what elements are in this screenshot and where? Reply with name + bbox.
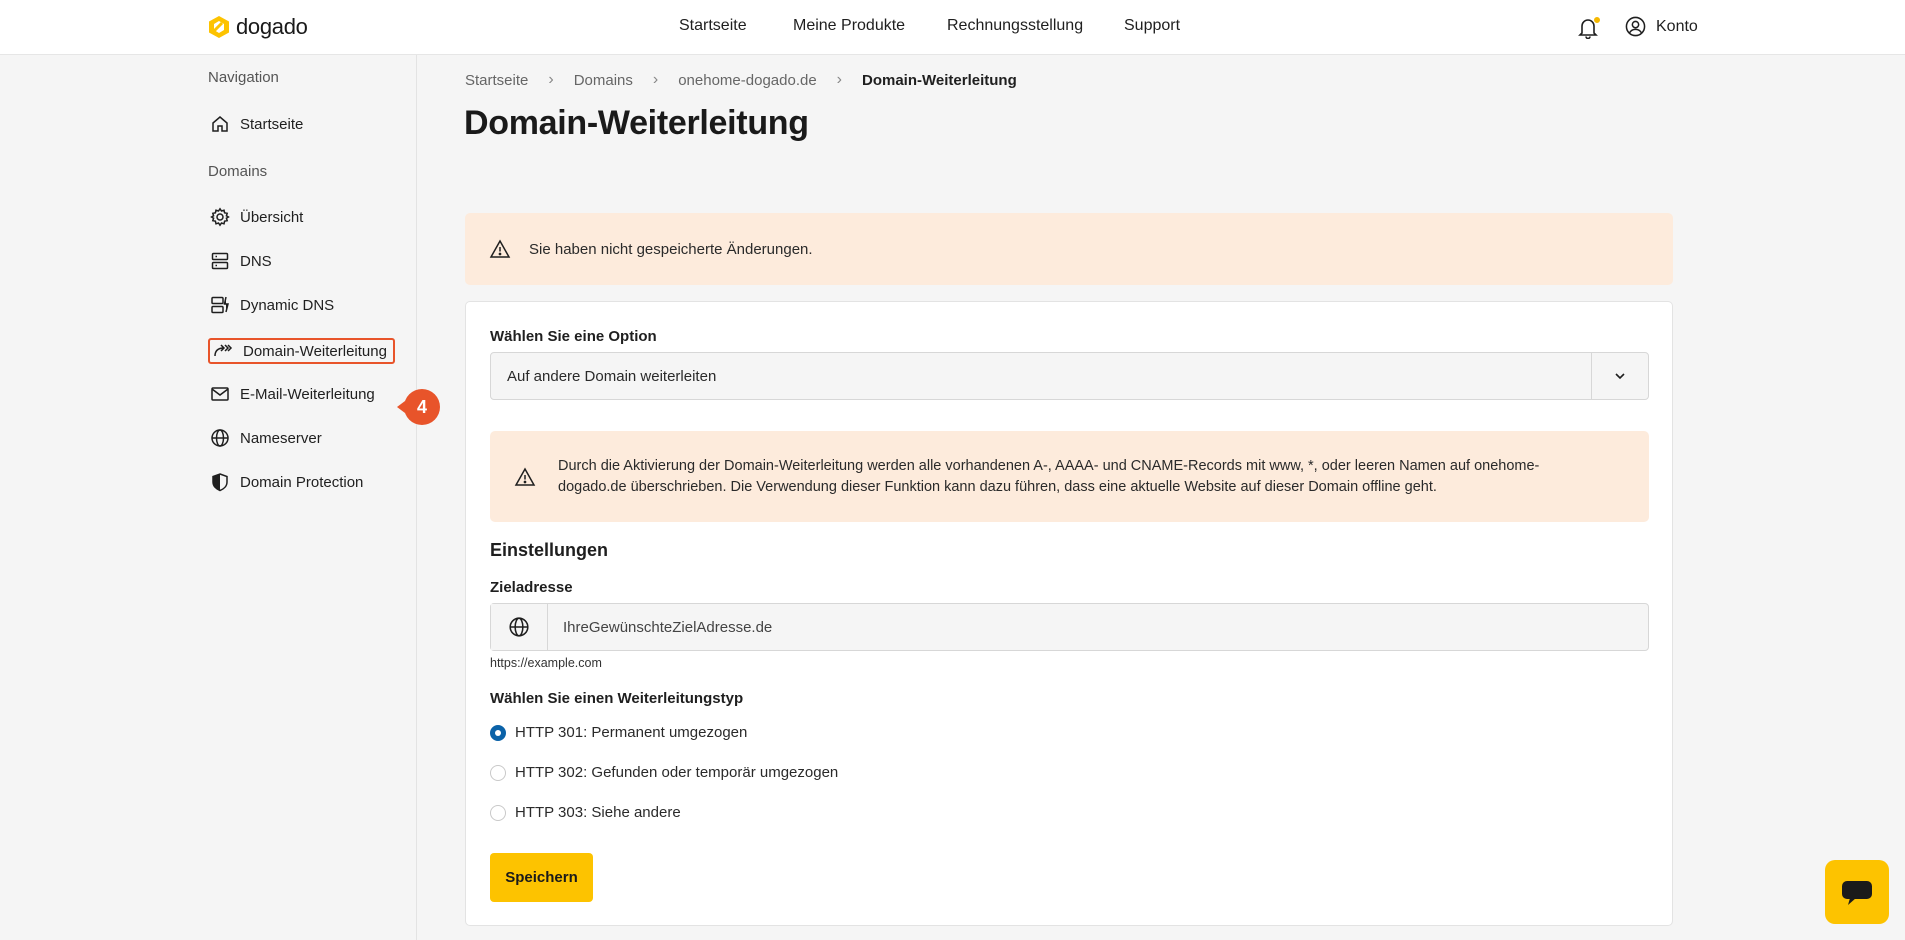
home-icon [212,116,228,132]
sidebar-item-domain-weiterleitung[interactable]: Domain-Weiterleitung [208,338,395,364]
sidebar-item-label: E-Mail-Weiterleitung [240,385,375,403]
target-address-group [490,603,1649,651]
sidebar-item-label: Domain Protection [240,473,364,491]
nav-meine-produkte[interactable]: Meine Produkte [793,17,905,35]
sidebar-item-startseite[interactable]: Startseite [208,111,307,137]
unsaved-changes-text: Sie haben nicht gespeicherte Änderungen. [529,240,813,258]
forwarding-form-card: Wählen Sie eine Option Auf andere Domain… [465,301,1673,926]
redirect-type-label: Wählen Sie einen Weiterleitungstyp [490,690,744,707]
overwrite-warning-text: Durch die Aktivierung der Domain-Weiterl… [558,457,1540,495]
radio-button[interactable] [490,764,506,781]
radio-http-301[interactable]: HTTP 301: Permanent umgezogen [490,724,747,741]
main-nav: Startseite Meine Produkte Rechnungsstell… [0,0,1905,55]
step-badge: 4 [397,389,440,425]
sidebar-item-dns[interactable]: DNS [208,248,276,274]
sidebar-item-label: Übersicht [240,208,304,226]
breadcrumb: Startseite › Domains › onehome-dogado.de… [465,71,1017,89]
save-button[interactable]: Speichern [490,853,593,902]
breadcrumb-domains[interactable]: Domains [574,72,633,89]
breadcrumb-domain[interactable]: onehome-dogado.de [678,72,816,89]
radio-label: HTTP 301: Permanent umgezogen [515,724,748,741]
server-icon [211,252,229,270]
account-menu[interactable]: Konto [1625,16,1698,37]
breadcrumb-startseite[interactable]: Startseite [465,72,528,89]
chat-button[interactable] [1825,860,1889,924]
nav-startseite[interactable]: Startseite [679,17,747,35]
warning-icon [489,239,511,258]
unsaved-changes-alert: Sie haben nicht gespeicherte Änderungen. [465,213,1673,285]
sidebar-item-label: Nameserver [240,429,322,447]
chevron-right-icon: › [836,71,842,88]
sidebar-item-email-weiterleitung[interactable]: E-Mail-Weiterleitung [208,381,379,407]
top-bar: dogado Startseite Meine Produkte Rechnun… [0,0,1905,55]
radio-button[interactable] [490,724,506,741]
radio-http-302[interactable]: HTTP 302: Gefunden oder temporär umgezog… [490,764,838,781]
sidebar-item-label: DNS [240,252,272,270]
sidebar-item-label: Dynamic DNS [240,296,335,314]
radio-label: HTTP 303: Siehe andere [515,804,681,821]
overwrite-warning-alert: Durch die Aktivierung der Domain-Weiterl… [490,431,1649,522]
option-select[interactable]: Auf andere Domain weiterleiten [490,352,1649,400]
target-label: Zieladresse [490,579,573,596]
radio-button[interactable] [490,804,506,821]
sidebar-heading-navigation: Navigation [208,69,279,86]
chevron-down-icon[interactable] [1591,353,1648,399]
sidebar: Navigation Startseite Domains Übersicht … [0,55,440,940]
nav-support[interactable]: Support [1124,17,1180,35]
radio-label: HTTP 302: Gefunden oder temporär umgezog… [515,764,839,781]
nav-rechnungsstellung[interactable]: Rechnungsstellung [947,17,1083,35]
gear-icon [210,207,230,227]
sidebar-item-uebersicht[interactable]: Übersicht [208,204,307,230]
user-icon [1625,16,1646,37]
sidebar-item-dynamic-dns[interactable]: Dynamic DNS [208,292,338,318]
forward-icon [214,344,233,357]
chevron-right-icon: › [652,71,659,88]
mail-icon [211,387,229,401]
dynamic-dns-icon [211,296,229,314]
settings-title: Einstellungen [490,540,609,560]
chat-icon [1842,881,1872,905]
target-address-input[interactable] [548,604,1648,650]
sidebar-item-label: Domain-Weiterleitung [243,342,387,360]
option-label: Wählen Sie eine Option [490,328,657,345]
globe-icon [211,429,229,447]
page-title: Domain-Weiterleitung [464,104,809,142]
target-hint: https://example.com [490,656,602,670]
sidebar-item-nameserver[interactable]: Nameserver [208,425,326,451]
notification-dot [1593,16,1601,24]
option-select-value: Auf andere Domain weiterleiten [507,367,717,385]
sidebar-item-label: Startseite [240,115,304,133]
account-label: Konto [1656,17,1698,35]
shield-icon [212,473,228,492]
sidebar-heading-domains: Domains [208,163,268,180]
chevron-right-icon: › [548,71,554,88]
sidebar-item-domain-protection[interactable]: Domain Protection [208,469,367,495]
radio-http-303[interactable]: HTTP 303: Siehe andere [490,804,681,821]
breadcrumb-current: Domain-Weiterleitung [862,71,1017,89]
warning-icon [514,466,536,486]
globe-icon [491,604,548,650]
